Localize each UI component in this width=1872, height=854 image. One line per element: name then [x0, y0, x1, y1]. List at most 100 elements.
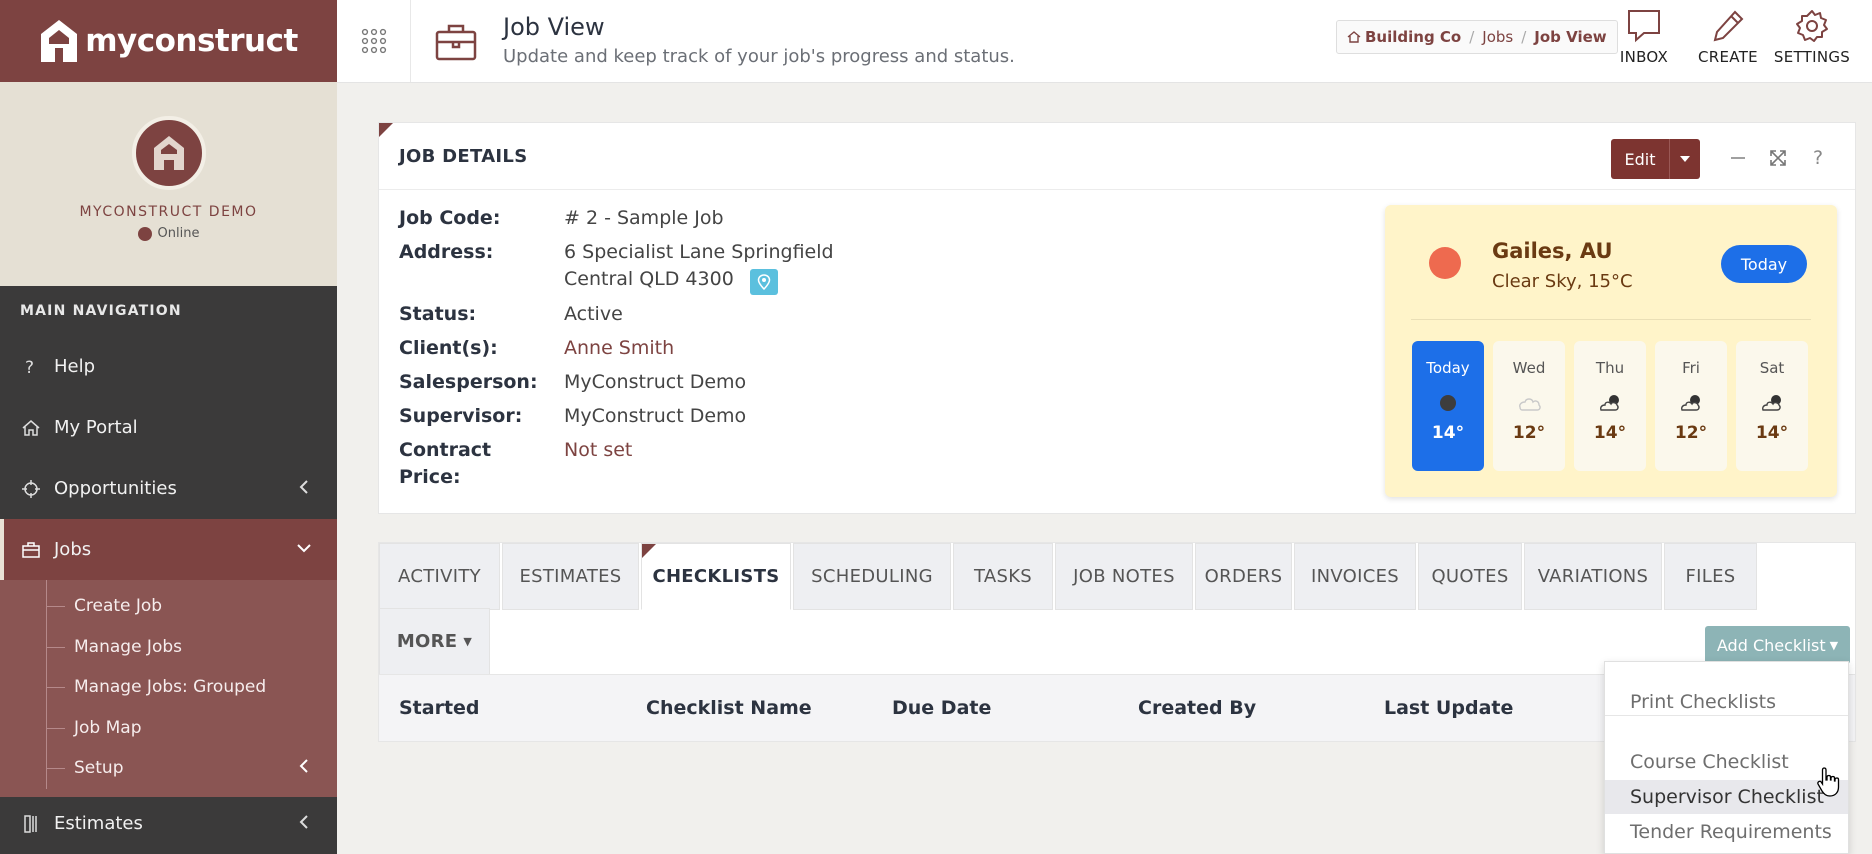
menu-item-course-checklist[interactable]: Course Checklist: [1605, 745, 1848, 779]
sidebar-item-help[interactable]: ? Help: [0, 336, 337, 397]
create-button[interactable]: CREATE: [1690, 8, 1766, 74]
forecast-day-fri[interactable]: Fri 12°: [1655, 341, 1727, 471]
expand-icon: [1770, 150, 1786, 166]
jobs-submenu: Create Job Manage Jobs Manage Jobs: Grou…: [0, 580, 337, 797]
forecast-day-wed[interactable]: Wed 12°: [1493, 341, 1565, 471]
tab-scheduling[interactable]: SCHEDULING: [793, 543, 951, 610]
briefcase-icon: [20, 539, 42, 561]
sidebar-item-job-map[interactable]: Job Map: [0, 708, 337, 749]
detail-row-contract-price: Contract Price: Not set: [399, 437, 834, 491]
job-details-panel: JOB DETAILS Edit ? Job Code: # 2 - Sampl…: [378, 122, 1856, 514]
forecast-day-sat[interactable]: Sat 14°: [1736, 341, 1808, 471]
edit-button[interactable]: Edit: [1611, 139, 1669, 179]
client-link[interactable]: Anne Smith: [564, 335, 674, 362]
sidebar: myconstruct MYCONSTRUCT DEMO Online MAIN…: [0, 0, 337, 854]
expand-button[interactable]: [1765, 145, 1791, 171]
tab-job-notes[interactable]: JOB NOTES: [1055, 543, 1193, 610]
tab-quotes[interactable]: QUOTES: [1418, 543, 1522, 610]
tab-files[interactable]: FILES: [1664, 543, 1757, 610]
inbox-icon: [1628, 10, 1660, 43]
breadcrumb-jobs[interactable]: Jobs: [1482, 28, 1513, 46]
sidebar-item-setup[interactable]: Setup: [0, 748, 337, 789]
apps-grid-button[interactable]: [337, 0, 411, 82]
sidebar-item-label: Jobs: [54, 539, 92, 560]
column-header-due-date[interactable]: Due Date: [892, 675, 991, 741]
forecast-temp: 14°: [1431, 423, 1465, 443]
question-icon: ?: [1812, 147, 1824, 169]
tab-invoices[interactable]: INVOICES: [1294, 543, 1416, 610]
forecast-day-today[interactable]: Today 14°: [1412, 341, 1484, 471]
settings-button[interactable]: SETTINGS: [1774, 8, 1850, 74]
weather-divider: [1411, 319, 1811, 320]
breadcrumb-separator: /: [1521, 28, 1527, 46]
column-header-created-by[interactable]: Created By: [1138, 675, 1256, 741]
sidebar-item-manage-jobs[interactable]: Manage Jobs: [0, 627, 337, 668]
edit-dropdown-toggle[interactable]: [1669, 139, 1700, 179]
tab-activity[interactable]: ACTIVITY: [379, 543, 500, 610]
brand-logo[interactable]: myconstruct: [0, 0, 337, 82]
grid-icon: [361, 28, 386, 54]
detail-label: Contract Price:: [399, 437, 564, 491]
column-header-started[interactable]: Started: [399, 675, 480, 741]
breadcrumb: Building Co / Jobs / Job View: [1336, 20, 1618, 54]
tab-variations[interactable]: VARIATIONS: [1524, 543, 1662, 610]
column-header-checklist-name[interactable]: Checklist Name: [646, 675, 812, 741]
submenu-label: Manage Jobs: Grouped: [74, 677, 267, 698]
home-icon: [1347, 28, 1365, 46]
chevron-left-icon: [297, 758, 311, 778]
sidebar-item-opportunities[interactable]: Opportunities: [0, 458, 337, 519]
status-value: Active: [564, 303, 623, 325]
menu-item-print-checklists[interactable]: Print Checklists: [1605, 685, 1848, 719]
inbox-button[interactable]: INBOX: [1606, 8, 1682, 74]
tab-orders[interactable]: ORDERS: [1195, 543, 1292, 610]
detail-label: Status:: [399, 303, 477, 325]
top-header: Job View Update and keep track of your j…: [337, 0, 1872, 83]
minimize-button[interactable]: [1725, 145, 1751, 171]
tab-tasks[interactable]: TASKS: [953, 543, 1053, 610]
add-checklist-button[interactable]: Add Checklist ▼: [1705, 626, 1850, 664]
contract-price-value: Not set: [564, 439, 633, 461]
detail-row-supervisor: Supervisor: MyConstruct Demo: [399, 403, 834, 430]
tab-checklists[interactable]: CHECKLISTS: [641, 543, 791, 610]
forecast-temp: 14°: [1755, 423, 1789, 443]
page-subtitle: Update and keep track of your job's prog…: [503, 46, 1015, 67]
settings-label: SETTINGS: [1773, 48, 1851, 66]
weather-widget: Gailes, AU Clear Sky, 15°C Today Today 1…: [1385, 205, 1837, 497]
help-button[interactable]: ?: [1805, 145, 1831, 171]
menu-item-tender-requirements[interactable]: Tender Requirements: [1605, 815, 1848, 849]
edit-button-group: Edit: [1611, 139, 1700, 179]
hand-cursor-icon: [1817, 767, 1840, 797]
nav-header: MAIN NAVIGATION: [20, 303, 182, 319]
breadcrumb-building-co[interactable]: Building Co: [1365, 28, 1461, 46]
detail-row-address: Address: 6 Specialist Lane Springfield C…: [399, 239, 834, 295]
sidebar-item-label: Estimates: [54, 813, 143, 834]
sidebar-item-jobs[interactable]: Jobs: [0, 519, 337, 580]
breadcrumb-job-view: Job View: [1534, 28, 1607, 46]
detail-row-status: Status: Active: [399, 301, 834, 328]
column-header-last-update[interactable]: Last Update: [1384, 675, 1513, 741]
sidebar-item-my-portal[interactable]: My Portal: [0, 397, 337, 458]
inbox-label: INBOX: [1619, 48, 1669, 66]
submenu-label: Setup: [74, 758, 124, 779]
weather-today-button[interactable]: Today: [1721, 245, 1807, 283]
sidebar-item-label: My Portal: [54, 417, 138, 438]
tab-estimates[interactable]: ESTIMATES: [502, 543, 639, 610]
sidebar-item-estimates[interactable]: Estimates: [0, 797, 337, 851]
map-pin-button[interactable]: [749, 269, 778, 295]
sidebar-item-manage-jobs-grouped[interactable]: Manage Jobs: Grouped: [0, 667, 337, 708]
menu-item-supervisor-checklist[interactable]: Supervisor Checklist: [1605, 780, 1848, 814]
chevron-left-icon: [297, 478, 311, 499]
sidebar-item-label: Opportunities: [54, 478, 177, 499]
tab-more[interactable]: MORE ▼: [379, 608, 490, 675]
status-text: Online: [157, 226, 200, 241]
avatar[interactable]: [131, 116, 206, 190]
partly-cloudy-icon: [1759, 391, 1785, 415]
forecast-day-thu[interactable]: Thu 14°: [1574, 341, 1646, 471]
forecast-day-name: Sat: [1759, 359, 1785, 377]
panel-title: JOB DETAILS: [399, 145, 528, 167]
sidebar-item-label: Help: [54, 356, 96, 377]
corner-marker: [642, 544, 656, 558]
sidebar-item-create-job[interactable]: Create Job: [0, 586, 337, 627]
briefcase-icon: [435, 24, 477, 61]
svg-text:?: ?: [25, 358, 34, 377]
